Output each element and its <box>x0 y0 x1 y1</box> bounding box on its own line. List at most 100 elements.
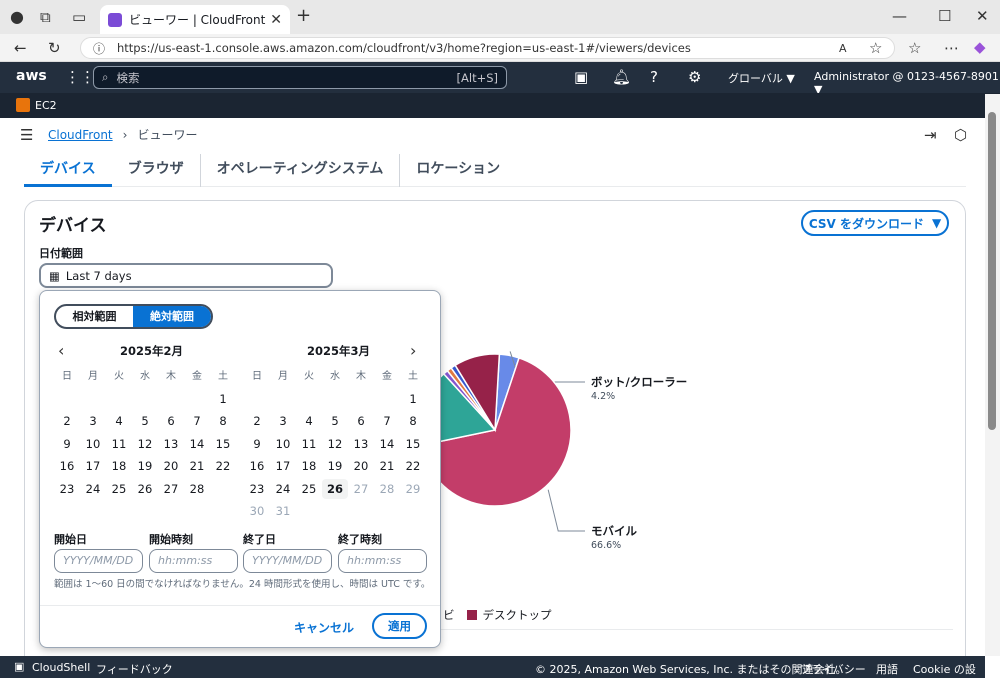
new-tab-icon[interactable]: + <box>296 7 311 25</box>
calendar-day[interactable]: 8 <box>210 411 236 431</box>
address-bar[interactable]: ⓘ https://us-east-1.console.aws.amazon.c… <box>80 37 895 59</box>
ec2-service-icon[interactable] <box>16 98 30 112</box>
end-date-input[interactable]: YYYY/MM/DD <box>243 549 332 573</box>
calendar-day[interactable]: 24 <box>270 479 296 499</box>
calendar-day[interactable]: 25 <box>106 479 132 499</box>
page-scrollbar[interactable] <box>985 94 1000 656</box>
calendar-day[interactable]: 12 <box>132 434 158 454</box>
absolute-range-option[interactable]: 絶対範囲 <box>133 306 211 327</box>
calendar-day[interactable]: 16 <box>54 456 80 476</box>
calendar-day[interactable]: 16 <box>244 456 270 476</box>
apply-button[interactable]: 適用 <box>372 613 427 639</box>
calendar-day[interactable]: 1 <box>210 389 236 409</box>
calendar-day[interactable]: 24 <box>80 479 106 499</box>
calendar-day[interactable]: 3 <box>270 411 296 431</box>
minimize-icon[interactable]: — <box>892 8 907 24</box>
legend-item-desktop[interactable]: デスクトップ <box>483 607 552 623</box>
calendar-day[interactable]: 13 <box>348 434 374 454</box>
region-selector[interactable]: グローバル ▼ <box>728 70 795 86</box>
scrollbar-thumb[interactable] <box>988 112 996 430</box>
calendar-day[interactable]: 28 <box>184 479 210 499</box>
feedback-link[interactable]: フィードバック <box>96 661 173 677</box>
calendar-day[interactable]: 19 <box>322 456 348 476</box>
calendar-day[interactable]: 11 <box>296 434 322 454</box>
end-time-input[interactable]: hh:mm:ss <box>338 549 427 573</box>
calendar-day[interactable]: 7 <box>374 411 400 431</box>
read-aloud-icon[interactable]: A <box>839 41 847 57</box>
calendar-day[interactable]: 27 <box>158 479 184 499</box>
calendar-day[interactable]: 4 <box>296 411 322 431</box>
next-month-icon[interactable]: › <box>410 343 416 359</box>
browser-tab[interactable]: ビューワー | CloudFront | Global ✕ <box>100 5 290 34</box>
calendar-day[interactable]: 22 <box>400 456 426 476</box>
info-panel-icon[interactable]: ⇥ <box>924 127 937 143</box>
calendar-day[interactable]: 4 <box>106 411 132 431</box>
calendar-day[interactable]: 17 <box>80 456 106 476</box>
services-grid-icon[interactable]: ⋮⋮ <box>65 69 95 85</box>
calendar-day[interactable]: 7 <box>184 411 210 431</box>
relative-range-option[interactable]: 相対範囲 <box>56 306 133 327</box>
tools-panel-icon[interactable]: ⬡ <box>954 127 967 143</box>
calendar-day[interactable]: 2 <box>244 411 270 431</box>
tab-actions-icon[interactable]: ▭ <box>72 9 86 25</box>
tab-devices[interactable]: デバイス <box>24 154 112 187</box>
favorites-icon[interactable]: ☆ <box>908 40 921 56</box>
calendar-day[interactable]: 10 <box>80 434 106 454</box>
calendar-day[interactable]: 21 <box>184 456 210 476</box>
calendar-day[interactable]: 17 <box>270 456 296 476</box>
calendar-day[interactable]: 6 <box>158 411 184 431</box>
calendar-day[interactable]: 22 <box>210 456 236 476</box>
calendar-day[interactable]: 5 <box>322 411 348 431</box>
back-icon[interactable]: ← <box>14 40 27 56</box>
tab-operating-systems[interactable]: オペレーティングシステム <box>201 154 401 187</box>
previous-month-icon[interactable]: ‹ <box>58 343 64 359</box>
calendar-day[interactable]: 20 <box>158 456 184 476</box>
settings-gear-icon[interactable]: ⚙ <box>688 69 701 85</box>
start-date-input[interactable]: YYYY/MM/DD <box>54 549 143 573</box>
refresh-icon[interactable]: ↻ <box>48 40 61 56</box>
calendar-day[interactable]: 18 <box>106 456 132 476</box>
calendar-day[interactable]: 23 <box>54 479 80 499</box>
calendar-day[interactable]: 15 <box>400 434 426 454</box>
calendar-day[interactable]: 25 <box>296 479 322 499</box>
help-icon[interactable]: ? <box>650 69 658 85</box>
tab-browsers[interactable]: ブラウザ <box>112 154 201 187</box>
favorite-star-icon[interactable]: ☆ <box>869 40 882 56</box>
profile-icon[interactable]: ● <box>10 9 24 25</box>
close-window-icon[interactable]: ✕ <box>976 8 989 24</box>
calendar-day[interactable]: 12 <box>322 434 348 454</box>
calendar-day[interactable]: 23 <box>244 479 270 499</box>
calendar-day[interactable]: 13 <box>158 434 184 454</box>
calendar-day[interactable]: 9 <box>54 434 80 454</box>
workspaces-icon[interactable]: ⧉ <box>40 9 51 25</box>
cloudshell-icon[interactable]: ▣ <box>574 69 588 85</box>
maximize-icon[interactable]: ☐ <box>938 8 951 24</box>
copilot-icon[interactable]: ◆ <box>974 39 986 55</box>
site-info-icon[interactable]: ⓘ <box>93 41 105 57</box>
calendar-day[interactable]: 18 <box>296 456 322 476</box>
calendar-day[interactable]: 19 <box>132 456 158 476</box>
calendar-day[interactable]: 2 <box>54 411 80 431</box>
cloudshell-link[interactable]: CloudShell <box>32 661 90 674</box>
calendar-day[interactable]: 1 <box>400 389 426 409</box>
calendar-day[interactable]: 14 <box>374 434 400 454</box>
cloudshell-footer-icon[interactable]: ▣ <box>14 660 24 673</box>
ec2-shortcut[interactable]: EC2 <box>35 99 57 112</box>
calendar-day[interactable]: 11 <box>106 434 132 454</box>
calendar-day[interactable]: 20 <box>348 456 374 476</box>
hamburger-menu-icon[interactable]: ☰ <box>20 127 33 143</box>
calendar-day[interactable]: 3 <box>80 411 106 431</box>
calendar-day[interactable]: 10 <box>270 434 296 454</box>
calendar-day[interactable]: 8 <box>400 411 426 431</box>
calendar-day[interactable]: 26 <box>132 479 158 499</box>
search-input[interactable]: ⌕ 検索 [Alt+S] <box>93 66 507 89</box>
start-time-input[interactable]: hh:mm:ss <box>149 549 238 573</box>
tab-locations[interactable]: ロケーション <box>400 154 516 187</box>
aws-logo[interactable]: aws <box>16 68 47 84</box>
calendar-day[interactable]: 9 <box>244 434 270 454</box>
notifications-bell-icon[interactable]: 🔔︎ <box>612 69 631 85</box>
cancel-button[interactable]: キャンセル <box>294 619 354 636</box>
calendar-day[interactable]: 15 <box>210 434 236 454</box>
cookie-settings-link[interactable]: Cookie の設定 <box>913 661 985 693</box>
calendar-day[interactable]: 14 <box>184 434 210 454</box>
